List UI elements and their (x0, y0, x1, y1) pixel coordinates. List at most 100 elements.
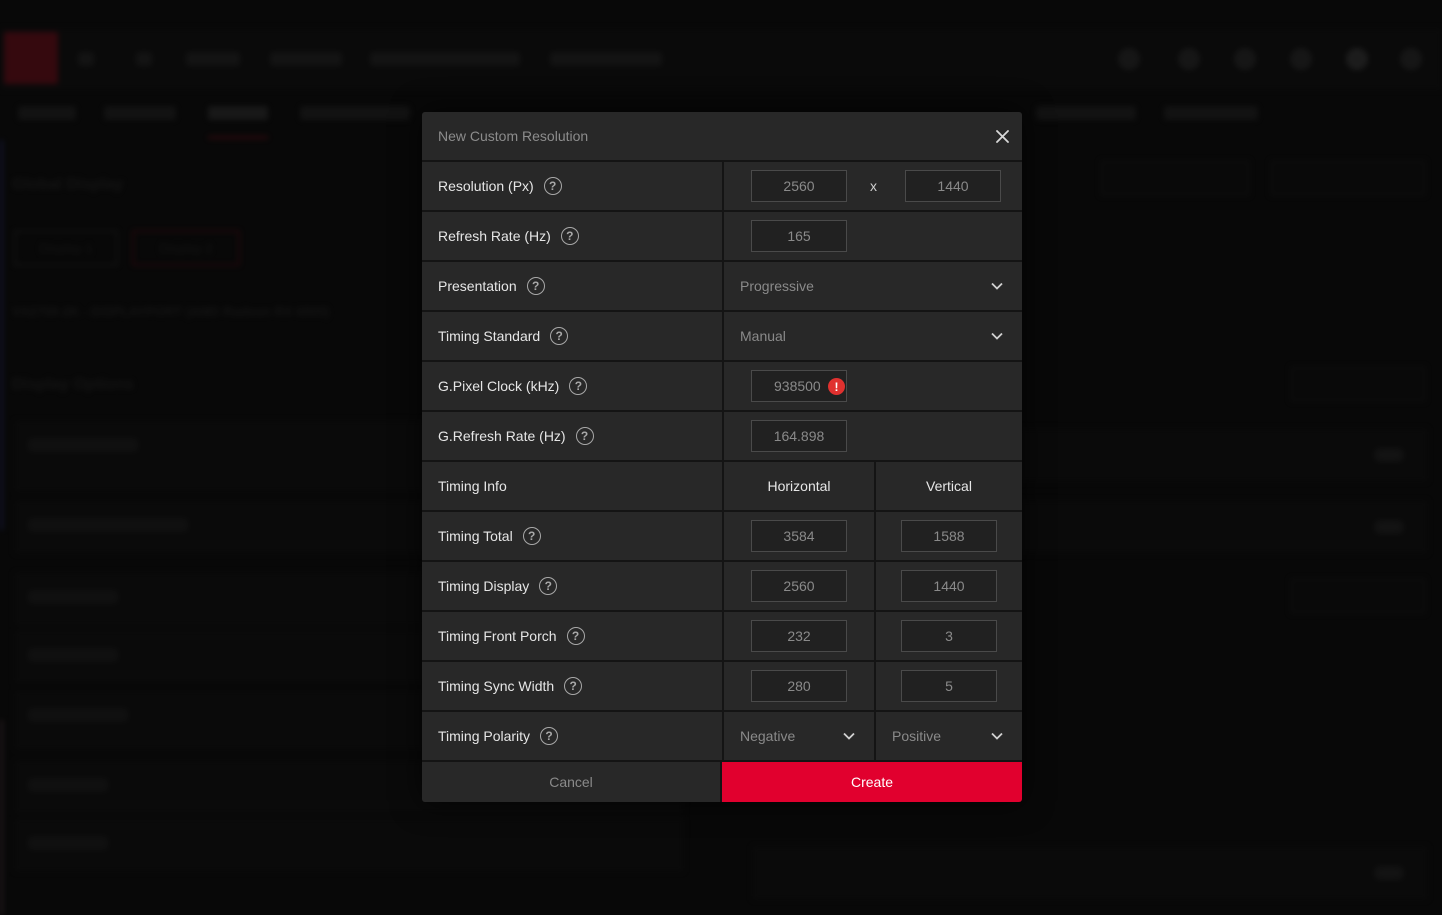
dialog-title: New Custom Resolution (438, 128, 589, 144)
pixel-clock-label: G.Pixel Clock (kHz) (438, 378, 560, 394)
dialog-header: New Custom Resolution (422, 112, 1022, 160)
row-resolution: Resolution (Px) ? x (422, 162, 1022, 210)
timing-front-porch-horizontal-input[interactable] (751, 620, 847, 652)
timing-standard-label: Timing Standard (438, 328, 541, 344)
timing-sync-width-label: Timing Sync Width (438, 678, 555, 694)
bg-monitor-name: VX2758-2K - DISPLAYPORT (AMD Radeon RX 6… (12, 304, 330, 319)
timing-polarity-horizontal-dropdown[interactable]: Negative (724, 712, 874, 760)
bg-option-row-right (752, 846, 1428, 900)
chevron-down-icon (843, 732, 855, 740)
bg-options-title: Display Options (12, 376, 134, 393)
nav-item (186, 52, 240, 66)
subnav-active-indicator (208, 136, 268, 139)
account-icon (1400, 48, 1422, 70)
row-g-refresh-rate: G.Refresh Rate (Hz) ? (422, 412, 1022, 460)
column-header-horizontal: Horizontal (767, 478, 831, 494)
nav-home-icon (78, 52, 94, 66)
desktop-edge (0, 720, 3, 915)
presentation-selected: Progressive (740, 278, 814, 294)
help-icon[interactable]: ? (569, 377, 588, 395)
subnav-item (300, 106, 410, 120)
timing-sync-width-horizontal-input[interactable] (751, 670, 847, 702)
chevron-down-icon (991, 282, 1003, 290)
star-icon (1234, 48, 1256, 70)
help-icon[interactable]: ? (566, 627, 585, 645)
timing-info-label: Timing Info (438, 478, 507, 494)
subnav-item (104, 106, 176, 120)
row-timing-front-porch: Timing Front Porch ? (422, 612, 1022, 660)
resolution-separator: x (870, 178, 877, 194)
notification-icon (1290, 48, 1312, 70)
dialog-footer: Cancel Create (422, 762, 1022, 802)
nav-item (370, 52, 520, 66)
timing-sync-width-vertical-input[interactable] (901, 670, 997, 702)
bg-button (1290, 578, 1426, 614)
amd-logo (4, 32, 58, 84)
desktop-edge (0, 140, 3, 530)
timing-standard-dropdown[interactable]: Manual (724, 312, 1022, 360)
nav-item (270, 52, 342, 66)
bg-dropdown (1100, 160, 1250, 196)
bg-display-tab-2: Display 2 (132, 230, 240, 266)
timing-polarity-horizontal-selected: Negative (740, 728, 796, 744)
bg-dropdown (1270, 160, 1426, 196)
help-icon[interactable]: ? (543, 177, 562, 195)
refresh-rate-label: Refresh Rate (Hz) (438, 228, 551, 244)
timing-total-horizontal-input[interactable] (751, 520, 847, 552)
help-icon[interactable]: ? (522, 527, 541, 545)
bg-display-tab-1: Display 1 (14, 230, 118, 266)
timing-total-label: Timing Total (438, 528, 513, 544)
timing-polarity-vertical-dropdown[interactable]: Positive (876, 712, 1022, 760)
help-icon[interactable]: ? (540, 727, 559, 745)
help-icon[interactable]: ? (526, 277, 545, 295)
help-icon[interactable]: ? (539, 577, 558, 595)
resolution-width-input[interactable] (751, 170, 847, 202)
search-icon (1118, 48, 1140, 70)
row-timing-total: Timing Total ? (422, 512, 1022, 560)
row-timing-sync-width: Timing Sync Width ? (422, 662, 1022, 710)
help-icon[interactable]: ? (560, 227, 579, 245)
nav-game-icon (136, 52, 152, 66)
timing-front-porch-vertical-input[interactable] (901, 620, 997, 652)
subnav-item (18, 106, 76, 120)
row-timing-info: Timing Info Horizontal Vertical (422, 462, 1022, 510)
create-button[interactable]: Create (722, 762, 1022, 802)
chevron-down-icon (991, 332, 1003, 340)
row-timing-display: Timing Display ? (422, 562, 1022, 610)
timing-front-porch-label: Timing Front Porch (438, 628, 557, 644)
subnav-item (1164, 106, 1258, 120)
bg-option-row (14, 818, 684, 872)
close-button[interactable] (990, 124, 1014, 148)
presentation-dropdown[interactable]: Progressive (724, 262, 1022, 310)
g-refresh-rate-input[interactable] (751, 420, 847, 452)
bg-button (1290, 366, 1426, 402)
help-icon[interactable]: ? (550, 327, 569, 345)
chevron-down-icon (991, 732, 1003, 740)
pixel-clock-field: ! (751, 370, 847, 402)
subnav-item-display (208, 106, 268, 120)
row-refresh-rate: Refresh Rate (Hz) ? (422, 212, 1022, 260)
refresh-rate-input[interactable] (751, 220, 847, 252)
resolution-label: Resolution (Px) (438, 178, 534, 194)
close-icon (995, 129, 1009, 143)
nav-item (550, 52, 662, 66)
timing-display-horizontal-input[interactable] (751, 570, 847, 602)
new-custom-resolution-dialog: New Custom Resolution Resolution (Px) ? … (422, 112, 1022, 802)
gear-icon (1346, 48, 1368, 70)
timing-polarity-vertical-selected: Positive (892, 728, 942, 744)
error-icon[interactable]: ! (828, 378, 845, 395)
timing-polarity-label: Timing Polarity (438, 728, 531, 744)
resolution-height-input[interactable] (905, 170, 1001, 202)
presentation-label: Presentation (438, 278, 517, 294)
g-refresh-rate-label: G.Refresh Rate (Hz) (438, 428, 566, 444)
column-header-vertical: Vertical (926, 478, 972, 494)
timing-display-vertical-input[interactable] (901, 570, 997, 602)
timing-total-vertical-input[interactable] (901, 520, 997, 552)
help-icon[interactable]: ? (564, 677, 583, 695)
timing-standard-selected: Manual (740, 328, 786, 344)
bg-section-title: Global Display (12, 176, 124, 193)
cancel-button[interactable]: Cancel (422, 762, 720, 802)
bug-icon (1178, 48, 1200, 70)
row-timing-polarity: Timing Polarity ? Negative Positive (422, 712, 1022, 760)
help-icon[interactable]: ? (575, 427, 594, 445)
